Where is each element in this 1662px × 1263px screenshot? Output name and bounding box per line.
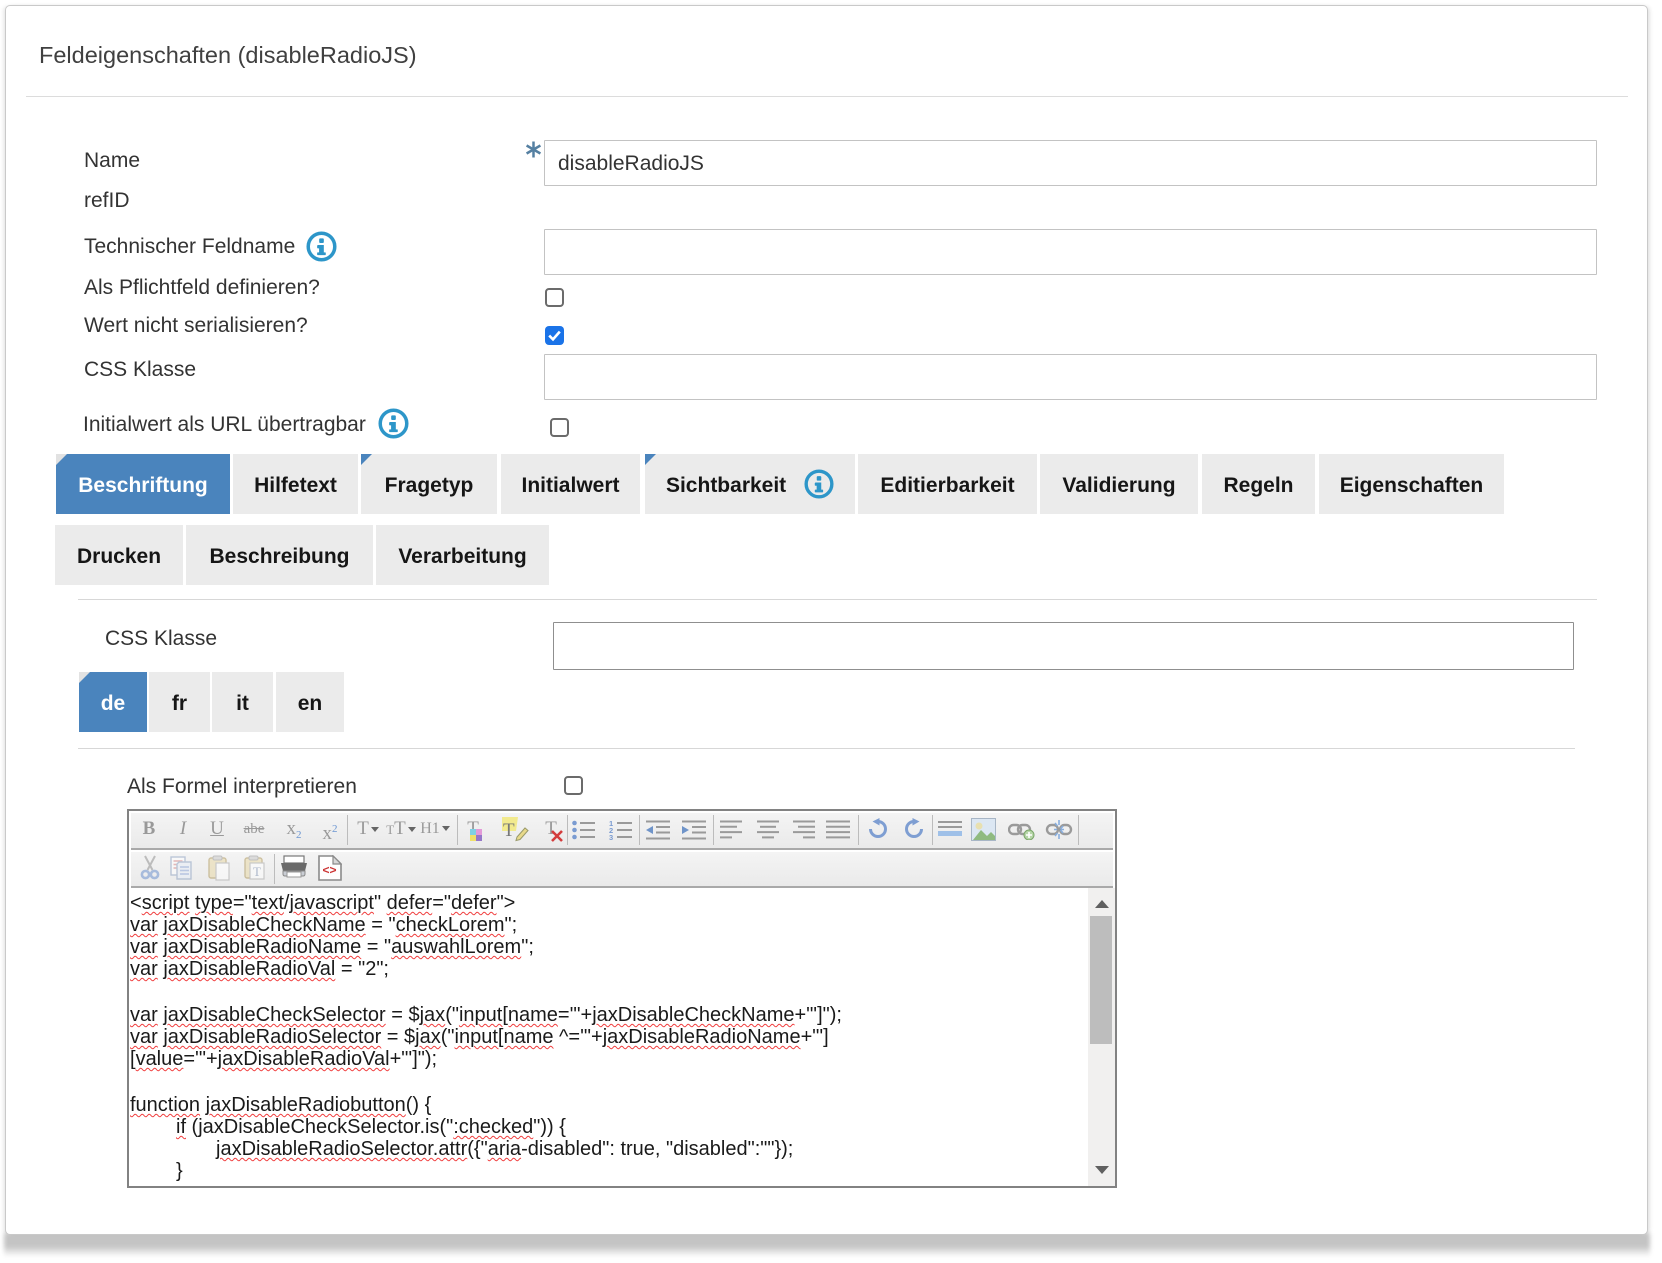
svg-text:T: T	[503, 820, 515, 841]
svg-text:<>: <>	[323, 863, 337, 877]
svg-text:3: 3	[609, 833, 613, 840]
svg-text:T: T	[253, 864, 261, 879]
